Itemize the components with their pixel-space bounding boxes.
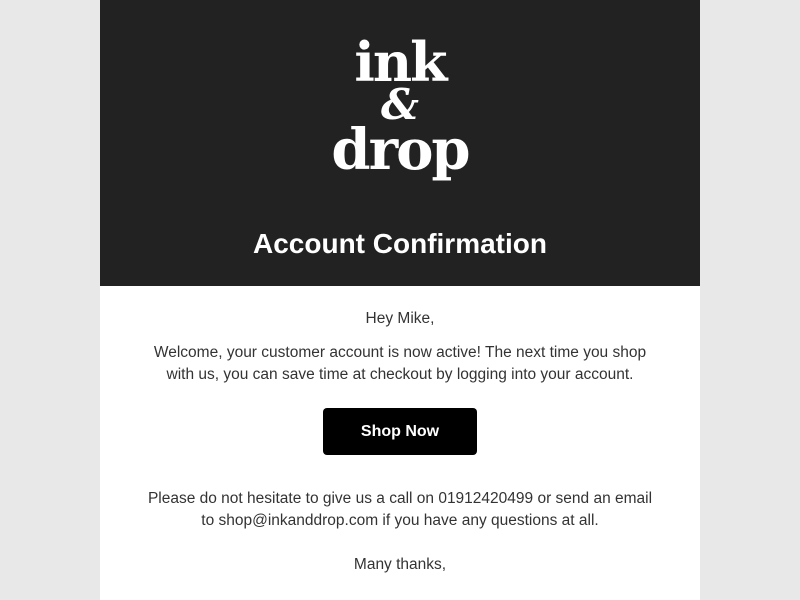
logo-word-drop: drop [331, 117, 470, 183]
email-body: Hey Mike, Welcome, your customer account… [100, 286, 700, 576]
shop-now-button[interactable]: Shop Now [323, 408, 477, 455]
welcome-paragraph: Welcome, your customer account is now ac… [153, 344, 647, 383]
greeting-text: Hey Mike, [365, 310, 435, 327]
signoff-text: Many thanks, [353, 556, 447, 573]
ink-and-drop-logo: ink & drop [100, 35, 700, 183]
email-header: ink & drop Account Confirmation [100, 0, 700, 286]
contact-paragraph: Please do not hesitate to give us a call… [147, 490, 653, 529]
page-title: Account Confirmation [253, 228, 547, 259]
email-container: ink & drop Account Confirmation Hey Mike… [100, 0, 700, 600]
cta-wrapper: Shop Now [140, 408, 660, 455]
